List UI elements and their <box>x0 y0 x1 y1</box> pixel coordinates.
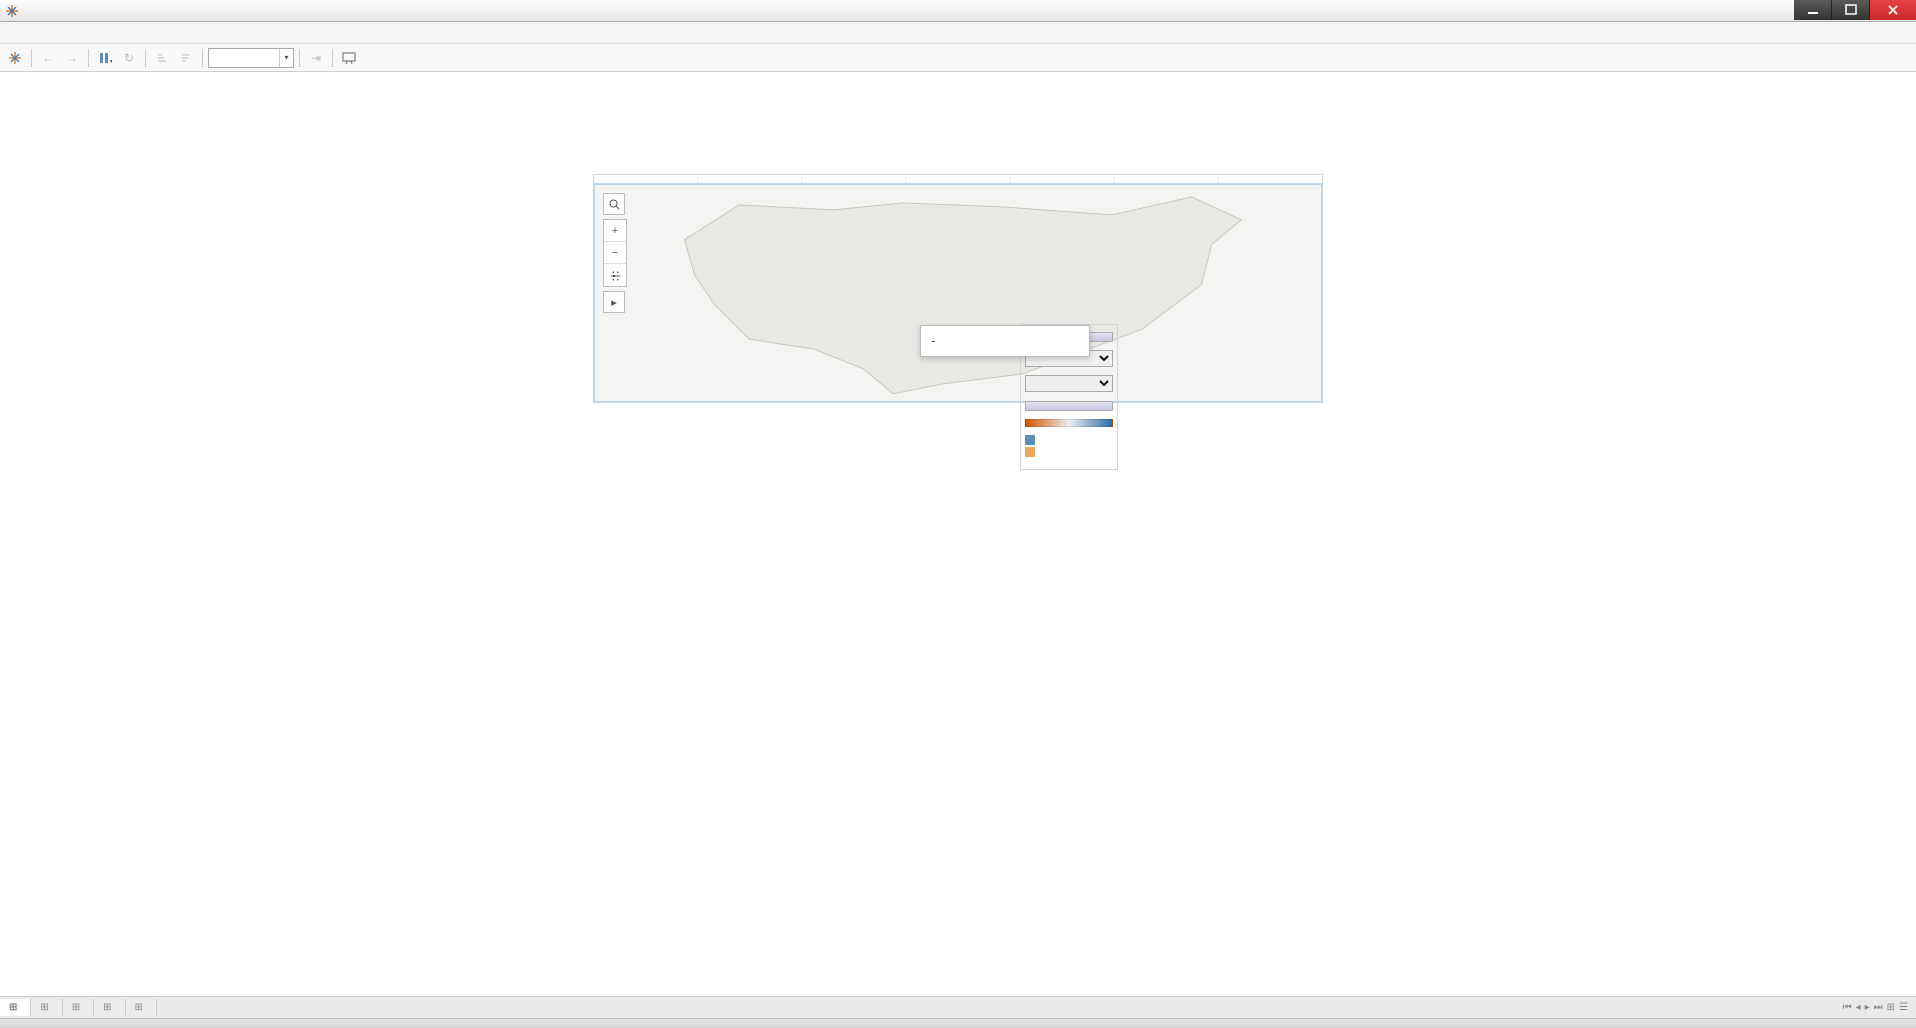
tab-nav-first[interactable]: ⏮ <box>1843 1002 1852 1013</box>
map-controls: + − ▸ <box>603 193 627 313</box>
menu-window[interactable] <box>44 31 64 35</box>
dashboard-icon: ⊞ <box>9 1002 17 1013</box>
menu-help[interactable] <box>64 31 84 35</box>
dashboard-icon: ⊞ <box>135 1002 143 1013</box>
dashboard-icon: ⊞ <box>72 1002 80 1013</box>
tableau-logo-icon[interactable] <box>4 47 26 69</box>
status-bar <box>0 1018 1916 1028</box>
dashboard-icon: ⊞ <box>40 1002 48 1013</box>
sheet-tabs-bar: ⊞ ⊞ ⊞ ⊞ ⊞ ⏮ ◂ ▸ ⏭ ⊞ ☰ <box>0 996 1916 1018</box>
tab-performance[interactable]: ⊞ <box>94 999 125 1016</box>
map-view[interactable]: + − ▸ - <box>593 183 1323 403</box>
toolbar: ← → ▾ ↻ ▾ ⇥ <box>0 44 1916 72</box>
tab-nav-next[interactable]: ▸ <box>1865 1002 1870 1013</box>
dashboard-canvas: + − ▸ - <box>0 72 1916 1004</box>
kpi-avg-discount[interactable] <box>1115 175 1219 183</box>
tab-nav-last[interactable]: ⏭ <box>1874 1002 1883 1013</box>
tab-orderdetails[interactable]: ⊞ <box>126 999 157 1016</box>
svg-text:▾: ▾ <box>110 59 112 65</box>
menu-dashboard[interactable] <box>24 31 44 35</box>
kpi-profit-ratio[interactable] <box>802 175 906 183</box>
map-search-button[interactable] <box>603 193 625 215</box>
kpi-total-profit[interactable] <box>698 175 802 183</box>
kpi-total-sales[interactable] <box>594 175 698 183</box>
back-button[interactable]: ← <box>37 47 59 69</box>
kpi-row <box>593 174 1323 183</box>
map-zoom-in-button[interactable]: + <box>604 220 626 242</box>
map-play-button[interactable]: ▸ <box>603 291 625 313</box>
window-maximize-button[interactable] <box>1832 0 1870 20</box>
tab-product[interactable]: ⊞ <box>31 999 62 1016</box>
map-home-button[interactable] <box>604 264 626 286</box>
toolbar-search-input[interactable]: ▾ <box>208 48 294 68</box>
pin-button[interactable]: ⇥ <box>305 47 327 69</box>
app-icon <box>4 3 20 19</box>
kpi-profit-per-customer[interactable] <box>1011 175 1115 183</box>
filter-state-select[interactable] <box>1025 375 1113 392</box>
menu-file[interactable] <box>4 31 24 35</box>
window-titlebar <box>0 0 1916 22</box>
map-svg <box>595 185 1321 404</box>
color-legend-gradient <box>1025 419 1113 427</box>
menu-bar <box>0 22 1916 44</box>
segment-chart[interactable] <box>593 407 954 409</box>
tab-nav-prev[interactable]: ◂ <box>1856 1002 1861 1013</box>
tab-nav-list[interactable]: ☰ <box>1899 1002 1908 1013</box>
tab-nav-grid[interactable]: ⊞ <box>1887 1002 1895 1013</box>
legend-unprofitable[interactable] <box>1025 447 1113 457</box>
window-minimize-button[interactable] <box>1794 0 1832 20</box>
pause-updates-button[interactable]: ▾ <box>94 47 116 69</box>
category-chart[interactable] <box>962 407 1323 409</box>
filter-profitratio-slider[interactable] <box>1025 401 1113 411</box>
presentation-button[interactable] <box>338 47 360 69</box>
window-close-button[interactable] <box>1870 0 1916 20</box>
tab-shipping[interactable]: ⊞ <box>63 999 94 1016</box>
refresh-button[interactable]: ↻ <box>118 47 140 69</box>
map-tooltip: - <box>920 325 1090 357</box>
dashboard-icon: ⊞ <box>103 1002 111 1013</box>
kpi-profit-per-order[interactable] <box>906 175 1010 183</box>
map-zoom-out-button[interactable]: − <box>604 242 626 264</box>
sort-asc-button[interactable] <box>151 47 173 69</box>
sort-desc-button[interactable] <box>175 47 197 69</box>
tab-overview[interactable]: ⊞ <box>0 999 31 1016</box>
kpi-quantity[interactable] <box>1219 175 1322 183</box>
forward-button[interactable]: → <box>61 47 83 69</box>
legend-profitable[interactable] <box>1025 435 1113 445</box>
